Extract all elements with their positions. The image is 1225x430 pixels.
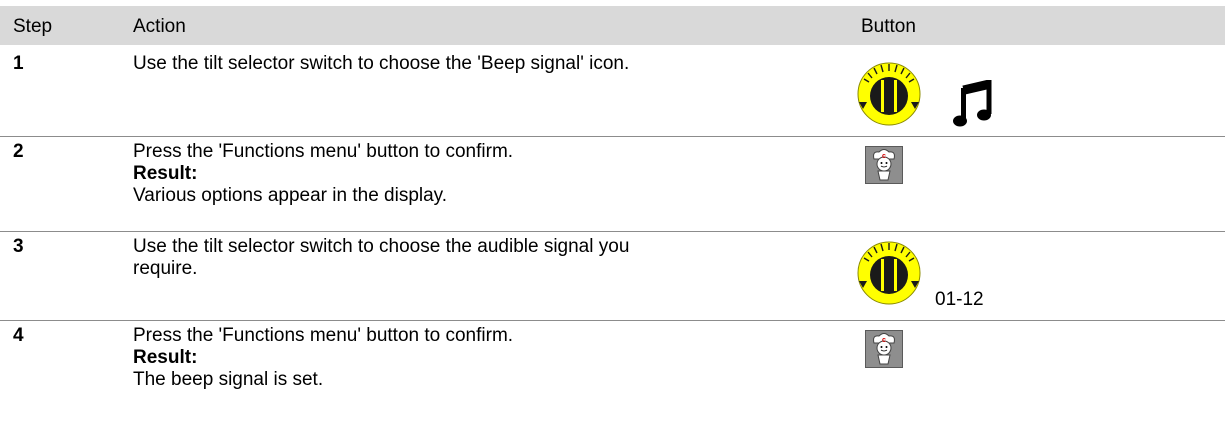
action-cell: Press the 'Functions menu' button to con… — [133, 141, 833, 207]
result-text: Various options appear in the display. — [133, 185, 448, 206]
row-divider — [0, 320, 1225, 321]
row-divider — [0, 231, 1225, 232]
svg-text:c: c — [882, 337, 886, 344]
chef-icon: c — [873, 149, 895, 181]
step-number: 2 — [13, 141, 24, 162]
step-number: 4 — [13, 325, 24, 346]
action-cell: Press the 'Functions menu' button to con… — [133, 325, 833, 391]
functions-menu-button: c — [865, 330, 903, 368]
result-label: Result: — [133, 163, 198, 184]
signal-range-label: 01-12 — [935, 289, 984, 310]
table-header: Step Action Button — [0, 6, 1225, 45]
svg-text:c: c — [882, 153, 886, 160]
header-action: Action — [133, 16, 186, 37]
functions-menu-button: c — [865, 146, 903, 184]
action-text: Use the tilt selector switch to choose t… — [133, 53, 630, 74]
result-label: Result: — [133, 347, 198, 368]
action-text: Press the 'Functions menu' button to con… — [133, 141, 514, 162]
action-text: require. — [133, 258, 198, 279]
action-cell: Use the tilt selector switch to choose t… — [133, 236, 833, 280]
music-note-icon — [953, 80, 992, 127]
action-text: Use the tilt selector switch to choose t… — [133, 236, 630, 257]
header-button: Button — [861, 16, 916, 37]
header-step: Step — [13, 16, 53, 37]
step-number: 3 — [13, 236, 24, 257]
action-text: Press the 'Functions menu' button to con… — [133, 325, 514, 346]
tilt-selector-dial-icon — [857, 241, 921, 305]
chef-icon: c — [873, 333, 895, 365]
row-divider — [0, 136, 1225, 137]
tilt-selector-dial-icon — [857, 62, 921, 126]
result-text: The beep signal is set. — [133, 369, 324, 390]
step-number: 1 — [13, 53, 24, 74]
